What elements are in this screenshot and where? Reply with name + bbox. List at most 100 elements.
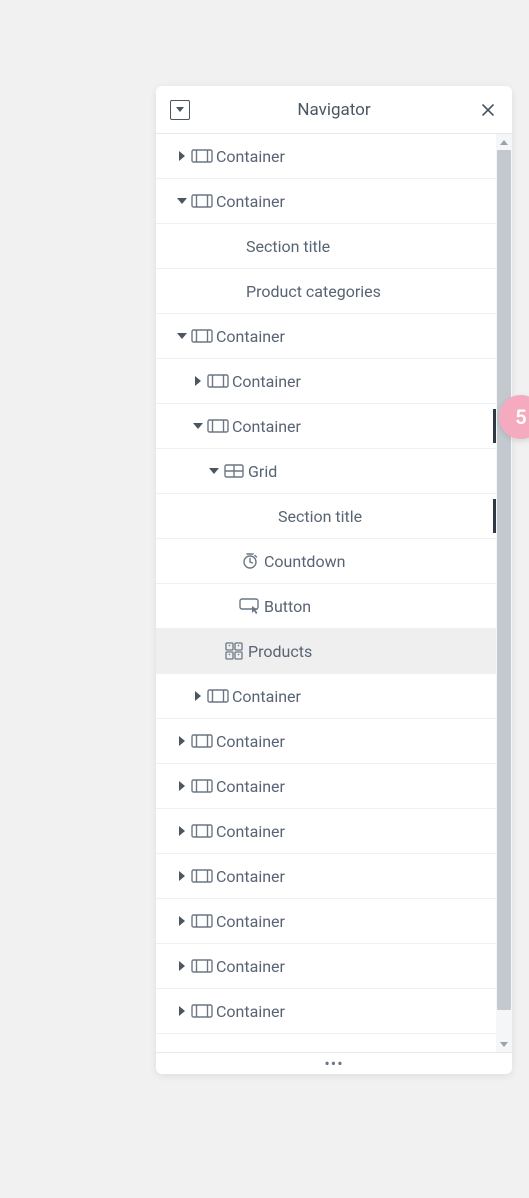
- scroll-up-button[interactable]: [496, 134, 512, 150]
- tree-row-label: Container: [232, 417, 301, 436]
- tree-row[interactable]: Container: [156, 989, 496, 1034]
- tree-row[interactable]: Container: [156, 854, 496, 899]
- close-button[interactable]: [478, 100, 498, 120]
- expand-collapse-caret[interactable]: [208, 468, 220, 474]
- tree-row-label: Grid: [248, 462, 277, 481]
- tree-row[interactable]: Container: [156, 359, 496, 404]
- expand-collapse-caret[interactable]: [176, 871, 188, 881]
- container-icon: [188, 1004, 216, 1018]
- chevron-down-icon: [193, 423, 203, 429]
- tree-row[interactable]: Container: [156, 134, 496, 179]
- drag-handle-icon: •••: [324, 1056, 343, 1072]
- scrollbar-track[interactable]: [496, 134, 512, 1052]
- container-icon: [204, 374, 232, 388]
- container-icon: [188, 824, 216, 838]
- tree-scroll-area: Container Container Section title Product c…: [156, 134, 512, 1052]
- grid-icon: [220, 464, 248, 478]
- tree-row-label: Countdown: [264, 552, 345, 571]
- tree-row[interactable]: Countdown: [156, 539, 496, 584]
- container-icon: [188, 194, 216, 208]
- tree-row-label: Product categories: [246, 282, 381, 301]
- tree-row[interactable]: Section title: [156, 224, 496, 269]
- tree-row[interactable]: Container: [156, 674, 496, 719]
- tree-row[interactable]: Container: [156, 314, 496, 359]
- chevron-down-icon: [176, 107, 184, 112]
- tree-row[interactable]: Grid: [156, 449, 496, 494]
- navigator-panel: Navigator Container Container Section titl…: [156, 86, 512, 1074]
- container-icon: [188, 149, 216, 163]
- tree-row-label: Container: [216, 147, 285, 166]
- tree-row-label: Button: [264, 597, 311, 616]
- tree-row-label: Container: [216, 822, 285, 841]
- expand-collapse-caret[interactable]: [176, 781, 188, 791]
- scrollbar-thumb[interactable]: [497, 150, 511, 1010]
- container-icon: [188, 959, 216, 973]
- navigator-header: Navigator: [156, 86, 512, 134]
- tree-row[interactable]: Container: [156, 764, 496, 809]
- chevron-right-icon: [179, 961, 185, 971]
- tree-row-label: Container: [216, 192, 285, 211]
- collapse-all-button[interactable]: [170, 100, 190, 120]
- expand-collapse-caret[interactable]: [176, 333, 188, 339]
- scrollbar-rail[interactable]: [496, 150, 512, 1036]
- expand-collapse-caret[interactable]: [176, 198, 188, 204]
- expand-collapse-caret[interactable]: [176, 151, 188, 161]
- expand-collapse-caret[interactable]: [192, 691, 204, 701]
- chevron-down-icon: [209, 468, 219, 474]
- expand-collapse-caret[interactable]: [192, 376, 204, 386]
- expand-collapse-caret[interactable]: [176, 736, 188, 746]
- chevron-right-icon: [179, 871, 185, 881]
- tree-row[interactable]: Container: [156, 899, 496, 944]
- products-icon: [220, 642, 248, 660]
- tree-row[interactable]: Container: [156, 944, 496, 989]
- resize-handle[interactable]: •••: [156, 1052, 512, 1074]
- tree-row-label: Section title: [246, 237, 330, 256]
- arrow-down-icon: [500, 1042, 508, 1047]
- chevron-down-icon: [177, 333, 187, 339]
- container-icon: [188, 869, 216, 883]
- chevron-right-icon: [179, 916, 185, 926]
- tree-row[interactable]: Section title: [156, 494, 496, 539]
- expand-collapse-caret[interactable]: [192, 423, 204, 429]
- chevron-down-icon: [177, 198, 187, 204]
- chevron-right-icon: [179, 781, 185, 791]
- tree-row-label: Section title: [278, 507, 362, 526]
- tree-row[interactable]: Products: [156, 629, 496, 674]
- expand-collapse-caret[interactable]: [176, 961, 188, 971]
- expand-collapse-caret[interactable]: [176, 916, 188, 926]
- tree-row[interactable]: Container: [156, 719, 496, 764]
- tree-row[interactable]: Product categories: [156, 269, 496, 314]
- container-icon: [188, 914, 216, 928]
- tree-row-label: Container: [216, 867, 285, 886]
- button-icon: [236, 598, 264, 614]
- chevron-right-icon: [179, 1006, 185, 1016]
- tree-row[interactable]: Container: [156, 179, 496, 224]
- tree-row-label: Container: [216, 957, 285, 976]
- tree-row[interactable]: Container: [156, 404, 496, 449]
- tree-row-label: Products: [248, 642, 312, 661]
- navigator-tree: Container Container Section title Product c…: [156, 134, 512, 1034]
- countdown-icon: [236, 552, 264, 570]
- tree-row[interactable]: Button: [156, 584, 496, 629]
- scroll-down-button[interactable]: [496, 1036, 512, 1052]
- tree-row-label: Container: [216, 327, 285, 346]
- container-icon: [188, 779, 216, 793]
- expand-collapse-caret[interactable]: [176, 826, 188, 836]
- chevron-right-icon: [179, 151, 185, 161]
- expand-collapse-caret[interactable]: [176, 1006, 188, 1016]
- tree-row-label: Container: [216, 732, 285, 751]
- chevron-right-icon: [195, 691, 201, 701]
- chevron-right-icon: [179, 826, 185, 836]
- container-icon: [188, 329, 216, 343]
- close-icon: [481, 103, 495, 117]
- tree-row-label: Container: [216, 1002, 285, 1021]
- container-icon: [204, 689, 232, 703]
- chevron-right-icon: [195, 376, 201, 386]
- tree-row-label: Container: [216, 912, 285, 931]
- badge-count: 5: [515, 405, 526, 429]
- chevron-right-icon: [179, 736, 185, 746]
- arrow-up-icon: [500, 140, 508, 145]
- tree-row-label: Container: [216, 777, 285, 796]
- tree-row[interactable]: Container: [156, 809, 496, 854]
- container-icon: [204, 419, 232, 433]
